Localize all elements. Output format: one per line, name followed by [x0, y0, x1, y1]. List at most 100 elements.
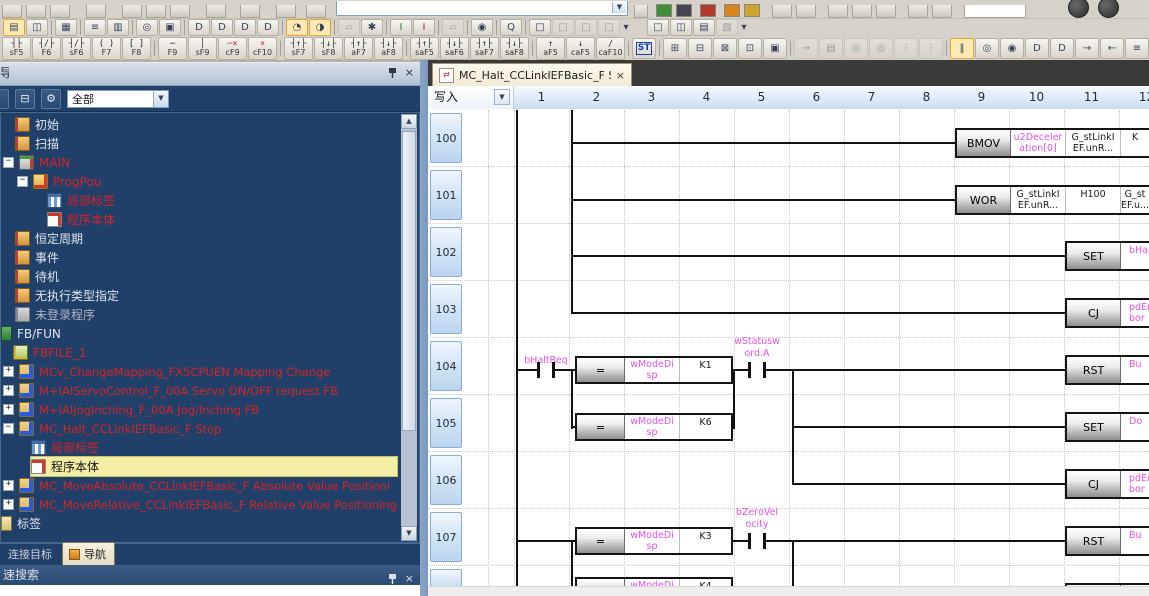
device-jump-icon[interactable]: D	[1050, 38, 1074, 59]
rising-pulse-close-button[interactable]: ┤↑├aF7	[344, 37, 373, 60]
open-contact[interactable]	[748, 533, 751, 549]
combo-dropdown-icon[interactable]	[634, 5, 648, 18]
scroll-up-icon[interactable]: ▲	[401, 114, 417, 129]
tree-item-mc-halt-program-body[interactable]: 程序本体	[31, 457, 397, 476]
open-contact[interactable]	[748, 362, 751, 378]
insert-mode-icon[interactable]: ⋮	[894, 38, 918, 59]
find-next-icon[interactable]: ◎	[869, 38, 893, 59]
expand-toggle[interactable]: +	[3, 366, 14, 377]
device-register-icon[interactable]: D	[234, 19, 256, 36]
tab-connection-target[interactable]: 连接目标	[0, 543, 62, 566]
tree-item-mc-halt-local-label[interactable]: 局部标签	[31, 438, 397, 457]
parallel-rising-pulse-button[interactable]: ┤↑├saF5	[410, 37, 439, 60]
parallel-falling-pulse-close-button[interactable]: ┤↓├saF8	[500, 37, 529, 60]
parallel-rising-pulse-close-button[interactable]: ┤↑├saF7	[470, 37, 499, 60]
open-contact[interactable]	[763, 533, 766, 549]
coil-button[interactable]: ( )F7	[92, 37, 121, 60]
combo-arrow-icon[interactable]: ▼	[612, 2, 626, 13]
balloon-grid-icon[interactable]: ▣	[763, 38, 787, 59]
instruction-block-cj[interactable]: CJ pdErrbor	[1065, 298, 1149, 328]
instruction-block-rst[interactable]: RST Bu	[1065, 526, 1149, 556]
compare-block[interactable]: = wModeDisp K3	[575, 527, 733, 555]
find-prev-icon[interactable]: ◎	[844, 38, 868, 59]
step-icon[interactable]	[876, 5, 896, 18]
device-batch-icon[interactable]: D	[211, 19, 233, 36]
help-icon[interactable]	[1068, 0, 1089, 18]
tree-item-program-body[interactable]: 程序本体	[47, 210, 397, 229]
module-parameter-icon[interactable]: ✱	[361, 19, 383, 36]
delete-horizontal-line-button[interactable]: ─×cF9	[218, 37, 247, 60]
expand-toggle[interactable]: +	[3, 499, 14, 510]
instruction-block-bmov[interactable]: BMOV u2Deceleration[0] G_stLinkIEF.unR..…	[955, 128, 1149, 158]
chevron-down-icon[interactable]: ▼	[153, 91, 168, 107]
inline-st-button[interactable]: ST	[632, 38, 656, 59]
delete-mode-icon[interactable]: ⋮	[919, 38, 943, 59]
expand-toggle[interactable]: +	[3, 385, 14, 396]
scrollbar-thumb[interactable]	[402, 131, 416, 431]
zoom-level-box[interactable]	[964, 5, 1026, 18]
flag-red-icon[interactable]	[700, 4, 716, 17]
info-icon[interactable]	[1098, 0, 1119, 18]
rung-number[interactable]: 100	[430, 113, 462, 163]
rung-number[interactable]: 107	[430, 512, 462, 562]
instruction-block-set[interactable]: SET Do	[1065, 412, 1149, 442]
toolbar-overflow2-icon[interactable]: ▾	[739, 20, 749, 35]
pin-icon[interactable]	[388, 573, 397, 585]
rung-number[interactable]: 106	[430, 455, 462, 505]
open-contact[interactable]	[763, 362, 766, 378]
find-instruction-icon[interactable]: ◉	[1000, 38, 1024, 59]
rung-number[interactable]: 104	[430, 341, 462, 391]
cut-icon[interactable]	[122, 5, 142, 18]
device-find-icon[interactable]: D	[1025, 38, 1049, 59]
ladder-canvas[interactable]: 100 101 102 103 104 105 106 107 bHaltReq…	[428, 110, 1149, 596]
window-dim-icon[interactable]: ▧	[716, 19, 738, 36]
instruction-block-wor[interactable]: WOR G_stLinkIEF.unR... H100 G_stEF.u...	[955, 185, 1149, 215]
intelligent-module-icon[interactable]: ▦	[55, 19, 77, 36]
find-replace-icon[interactable]: ◎	[136, 19, 158, 36]
flag-yellow-icon[interactable]	[744, 4, 760, 17]
jump-icon[interactable]: →	[794, 38, 818, 59]
indent-left-icon[interactable]: ←	[1100, 38, 1124, 59]
find-device-icon[interactable]: ◎	[975, 38, 999, 59]
search-icon[interactable]	[276, 5, 296, 18]
tree-item-label[interactable]: 标签	[1, 514, 397, 533]
tree-scrollbar[interactable]: ▲ ▼	[401, 114, 417, 541]
zoom-out-icon[interactable]	[932, 5, 952, 18]
cut-toolbar-icon[interactable]	[0, 89, 9, 109]
copy-icon[interactable]	[146, 5, 166, 18]
copy-list-icon[interactable]: ▤	[819, 38, 843, 59]
instruction-block-rst[interactable]: RST Bu	[1065, 355, 1149, 385]
monitor-start-icon[interactable]	[772, 5, 792, 18]
print-icon[interactable]	[86, 5, 106, 18]
collapse-all-icon[interactable]: ⊟	[15, 89, 35, 109]
watch-window-icon[interactable]: ◑	[309, 19, 331, 36]
rung-number[interactable]: 103	[430, 284, 462, 334]
tree-item-initial[interactable]: 初始	[15, 115, 397, 134]
parameter-icon[interactable]: ▱	[338, 19, 360, 36]
run-icon[interactable]	[828, 5, 848, 18]
panel-splitter[interactable]	[420, 60, 428, 596]
tree-item-fixed-cycle[interactable]: 恒定周期	[15, 229, 397, 248]
delete-vertical-line-button[interactable]: ×cF10	[248, 37, 277, 60]
device-display-icon[interactable]: ◉	[471, 19, 493, 36]
compare-block[interactable]: = wModeDisp K1	[575, 356, 733, 384]
program-editor-icon[interactable]: ≡	[84, 19, 106, 36]
tree-item-scan[interactable]: 扫描	[15, 134, 397, 153]
tree-item-event[interactable]: 事件	[15, 248, 397, 267]
window-cascade-icon[interactable]: □	[647, 19, 669, 36]
instruction-block-set[interactable]: SET bHal	[1065, 241, 1149, 271]
paste-icon[interactable]	[170, 5, 190, 18]
screen-find-icon[interactable]: □	[529, 19, 551, 36]
tree-item-standby[interactable]: 待机	[15, 267, 397, 286]
compare-block[interactable]: = wModeDisp K6	[575, 413, 733, 441]
dock-a-icon[interactable]: □	[552, 19, 574, 36]
mode-dropdown-icon[interactable]: ▼	[494, 89, 510, 105]
tab-close-icon[interactable]: ×	[616, 69, 625, 82]
coil-note-icon[interactable]: ⊠	[713, 38, 737, 59]
tree-item-fbfile1[interactable]: FBFILE_1	[13, 343, 397, 362]
dock-b-icon[interactable]: □	[575, 19, 597, 36]
entry-monitor-icon[interactable]: ▥	[107, 19, 129, 36]
expand-toggle[interactable]: +	[3, 404, 14, 415]
convert-icon[interactable]	[656, 4, 672, 17]
align-icon[interactable]: ≡	[1125, 38, 1149, 59]
